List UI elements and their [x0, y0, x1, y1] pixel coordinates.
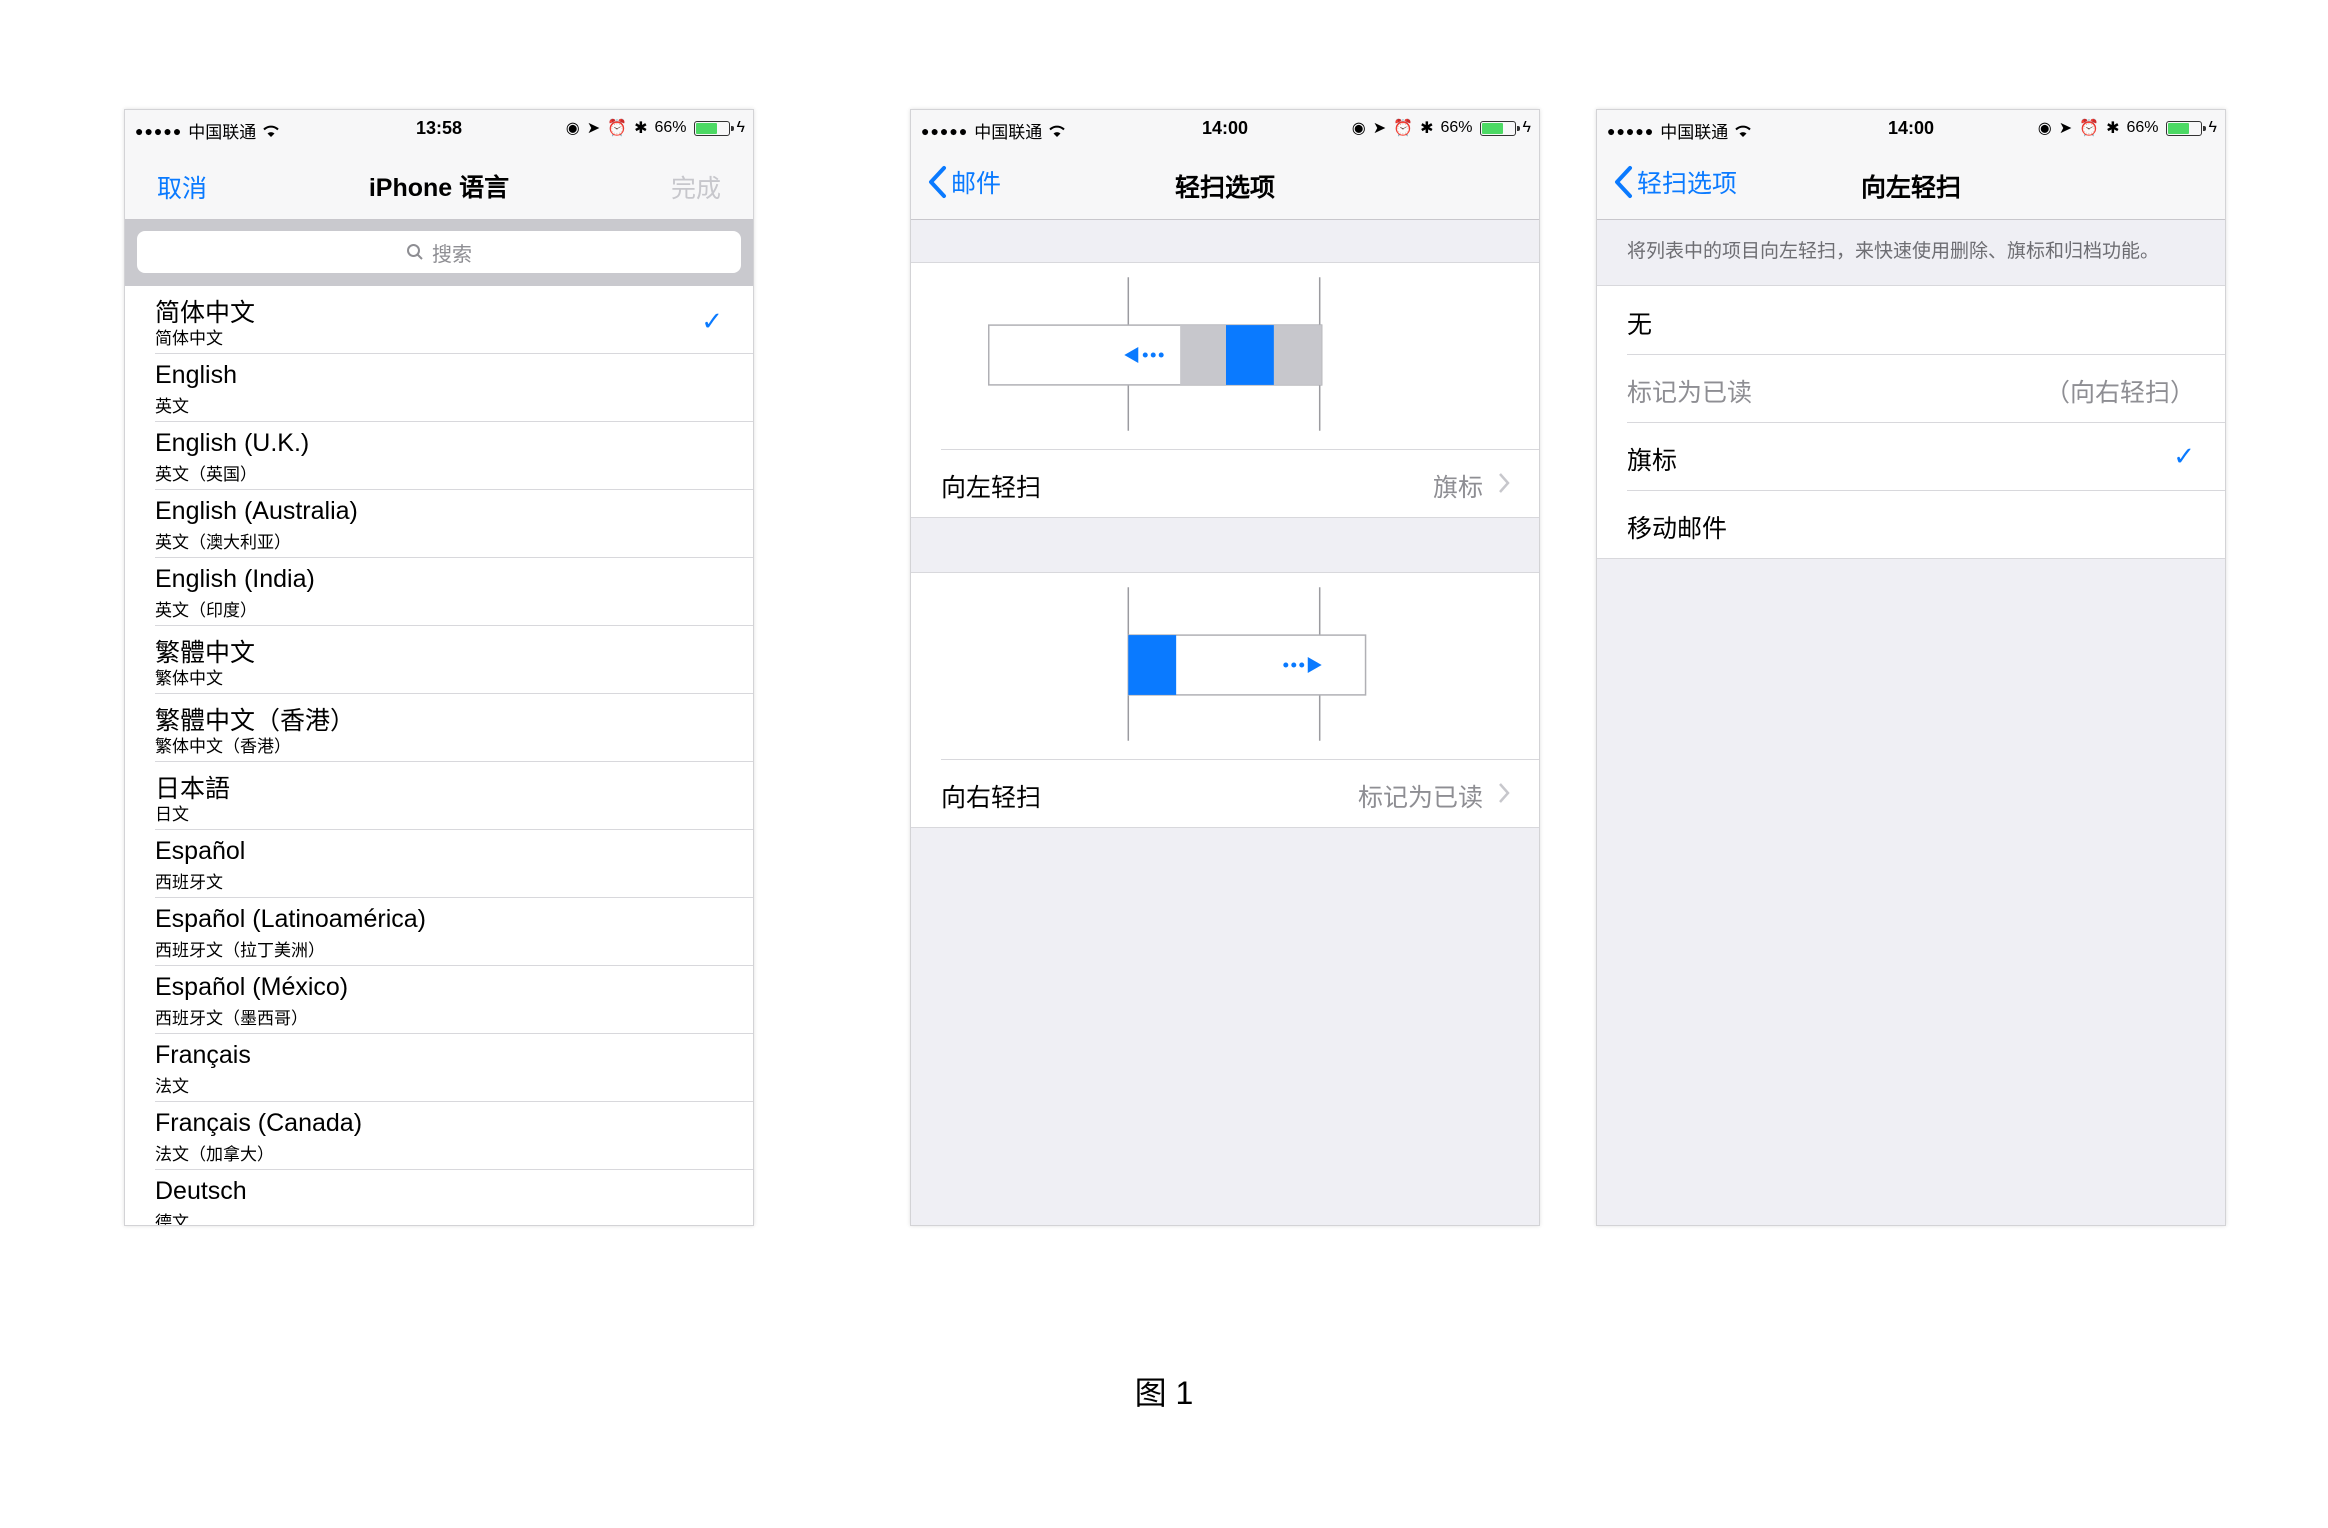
swipe-right-illustration — [1127, 587, 1367, 741]
swipe-right-section: 向右轻扫 标记为已读 — [911, 572, 1539, 828]
checkmark-icon: ✓ — [701, 306, 723, 336]
section-note: 将列表中的项目向左轻扫，来快速使用删除、旗标和归档功能。 — [1627, 241, 2160, 262]
option-flag[interactable]: 旗标 ✓ — [1597, 422, 2225, 490]
swipe-option-list: 无 标记为已读 （向右轻扫） 旗标 ✓ 移动邮件 — [1597, 285, 2225, 559]
swipe-right-row[interactable]: 向右轻扫 标记为已读 — [911, 759, 1539, 827]
language-list: 简体中文 简体中文 ✓ English 英文 English (U.K.) 英文（英国）… — [125, 286, 753, 1225]
swipe-left-row[interactable]: 向左轻扫 旗标 — [911, 449, 1539, 517]
alarm-icon: ⏰ — [1393, 120, 1414, 137]
alarm-icon: ⏰ — [2079, 120, 2100, 137]
chevron-right-icon — [1499, 473, 1510, 493]
done-button[interactable]: 完成 — [671, 169, 721, 205]
figure-caption: 图 1 — [1134, 1375, 1194, 1411]
page-title: 向左轻扫 — [1860, 174, 1961, 202]
search-placeholder: 搜索 — [432, 243, 472, 266]
status-bar: ●●●●● 中国联通 13:58 ◉ ➤ ⏰ ✱ 66% ϟ — [125, 110, 753, 146]
location-icon: ➤ — [2058, 120, 2073, 137]
charging-icon: ϟ — [2208, 119, 2217, 136]
search-input[interactable]: 搜索 — [137, 231, 741, 273]
list-item[interactable]: Español 西班牙文 — [125, 830, 753, 898]
bluetooth-icon: ✱ — [1420, 120, 1434, 137]
option-mark-read: 标记为已读 （向右轻扫） — [1597, 354, 2225, 422]
nav-bar: 轻扫选项 向左轻扫 — [1597, 146, 2225, 220]
battery-percent: 66% — [2126, 119, 2159, 136]
list-item[interactable]: 繁體中文 繁体中文 — [125, 626, 753, 694]
list-item[interactable]: English 英文 — [125, 354, 753, 422]
battery-percent: 66% — [1440, 119, 1473, 136]
rotation-lock-icon: ◉ — [1351, 120, 1366, 137]
chevron-right-icon — [1499, 783, 1510, 803]
list-item[interactable]: Deutsch 德文 — [125, 1170, 753, 1225]
page-title: iPhone 语言 — [368, 174, 510, 202]
status-bar: ●●●●● 中国联通 14:00 ◉ ➤ ⏰ ✱ 66% ϟ — [1597, 110, 2225, 146]
swipe-left-label: 向左轻扫 — [941, 474, 1042, 502]
charging-icon: ϟ — [1522, 119, 1531, 136]
list-item[interactable]: Español (Latinoamérica) 西班牙文（拉丁美洲） — [125, 898, 753, 966]
battery-icon — [1479, 120, 1520, 136]
swipe-left-section: 向左轻扫 旗标 — [911, 262, 1539, 518]
search-bar: 搜索 — [125, 220, 753, 286]
option-move-mail[interactable]: 移动邮件 — [1597, 490, 2225, 558]
list-item[interactable]: Français (Canada) 法文（加拿大） — [125, 1102, 753, 1170]
battery-icon — [2165, 120, 2206, 136]
swipe-right-value: 标记为已读 — [1357, 784, 1483, 812]
swipe-right-label: 向右轻扫 — [941, 784, 1042, 812]
swipe-options-screen: ●●●●● 中国联通 14:00 ◉ ➤ ⏰ ✱ 66% ϟ 邮件 轻扫选项 向… — [910, 109, 1540, 1226]
rotation-lock-icon: ◉ — [2037, 120, 2052, 137]
bluetooth-icon: ✱ — [634, 120, 648, 137]
swipe-left-value: 旗标 — [1432, 474, 1483, 502]
checkmark-icon: ✓ — [2173, 441, 2195, 471]
language-screen: ●●●●● 中国联通 13:58 ◉ ➤ ⏰ ✱ 66% ϟ 取消 iPhone… — [124, 109, 754, 1226]
battery-icon — [693, 120, 734, 136]
list-item[interactable]: Français 法文 — [125, 1034, 753, 1102]
list-item[interactable]: English (India) 英文（印度） — [125, 558, 753, 626]
location-icon: ➤ — [586, 120, 601, 137]
rotation-lock-icon: ◉ — [565, 120, 580, 137]
list-item[interactable]: 繁體中文（香港） 繁体中文（香港） — [125, 694, 753, 762]
bluetooth-icon: ✱ — [2106, 120, 2120, 137]
list-item[interactable]: Español (México) 西班牙文（墨西哥） — [125, 966, 753, 1034]
swipe-left-illustration — [988, 277, 1323, 431]
list-item[interactable]: 简体中文 简体中文 ✓ — [125, 286, 753, 354]
page-title: 轻扫选项 — [1174, 174, 1275, 202]
list-item[interactable]: English (Australia) 英文（澳大利亚） — [125, 490, 753, 558]
charging-icon: ϟ — [736, 119, 745, 136]
battery-percent: 66% — [654, 119, 687, 136]
search-icon — [407, 244, 423, 260]
swipe-left-screen: ●●●●● 中国联通 14:00 ◉ ➤ ⏰ ✱ 66% ϟ 轻扫选项 向左轻扫… — [1596, 109, 2226, 1226]
list-item[interactable]: 日本語 日文 — [125, 762, 753, 830]
location-icon: ➤ — [1372, 120, 1387, 137]
status-bar: ●●●●● 中国联通 14:00 ◉ ➤ ⏰ ✱ 66% ϟ — [911, 110, 1539, 146]
option-none[interactable]: 无 — [1597, 286, 2225, 354]
alarm-icon: ⏰ — [607, 120, 628, 137]
list-item[interactable]: English (U.K.) 英文（英国） — [125, 422, 753, 490]
nav-bar: 取消 iPhone 语言 完成 — [125, 146, 753, 220]
nav-bar: 邮件 轻扫选项 — [911, 146, 1539, 220]
